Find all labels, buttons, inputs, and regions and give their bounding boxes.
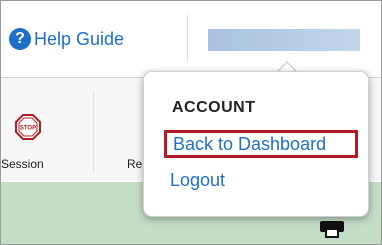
stop-icon-text: STOP xyxy=(20,126,36,132)
logout-link[interactable]: Logout xyxy=(170,170,225,191)
header-divider xyxy=(187,15,188,61)
account-heading: ACCOUNT xyxy=(172,99,256,116)
toolbar-separator xyxy=(93,92,94,172)
back-to-dashboard-link[interactable]: Back to Dashboard xyxy=(164,130,358,158)
help-guide-link[interactable]: ? Help Guide xyxy=(9,26,124,52)
account-dropdown: ACCOUNT Back to Dashboard Logout xyxy=(143,71,369,217)
stop-session-label[interactable]: p Session xyxy=(1,157,44,171)
help-guide-label: Help Guide xyxy=(34,28,125,49)
printer-icon[interactable] xyxy=(319,215,345,239)
header-bar: ? Help Guide xyxy=(1,1,381,78)
account-menu-trigger[interactable] xyxy=(208,29,360,51)
stop-sign-icon[interactable]: STOP xyxy=(15,114,41,140)
app-window: ? Help Guide STOP p Session Re ACCOUNT B… xyxy=(0,0,382,245)
help-circle-icon: ? xyxy=(9,28,31,50)
toolbar-item-label-partial[interactable]: Re xyxy=(127,157,142,171)
